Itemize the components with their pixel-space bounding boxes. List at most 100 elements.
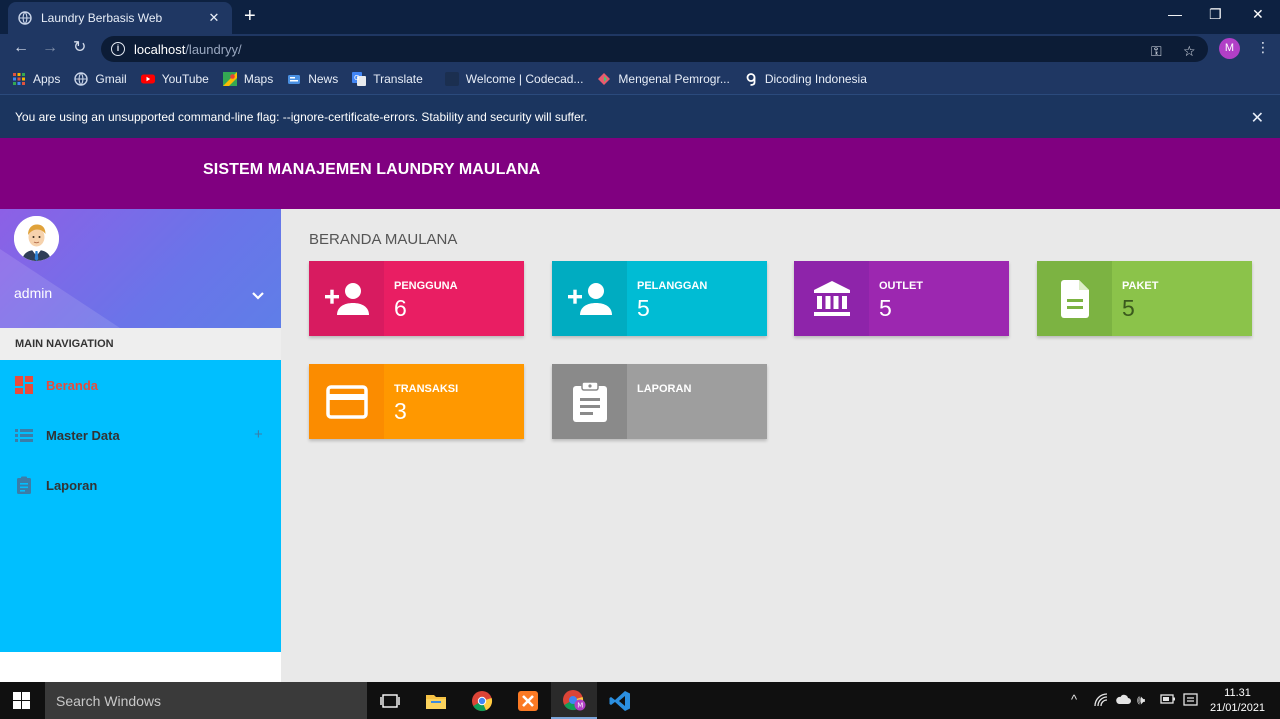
file-explorer-icon[interactable] [413,682,459,719]
taskbar-search[interactable]: Search Windows [45,682,367,719]
card-label: PENGGUNA [394,280,458,292]
browser-tab-strip: Laundry Berbasis Web ✕ + — ❐ ✕ [0,0,1280,34]
card-transaksi[interactable]: TRANSAKSI 3 [309,364,524,439]
bookmarks-bar: Apps Gmail YouTube Maps News G Translate… [0,64,1280,94]
avatar[interactable] [14,216,59,261]
user-panel: admin [0,209,281,328]
bookmark-apps[interactable]: Apps [12,72,60,86]
bookmark-label: Gmail [95,72,127,86]
new-tab-icon[interactable]: + [244,6,256,26]
dicoding-icon [744,72,758,86]
expand-plus-icon[interactable]: + [254,426,263,443]
main-content: BERANDA MAULANA PENGGUNA 6 PELANGGAN 5 O… [281,209,1280,682]
list-icon [15,426,33,444]
infobar-close-icon[interactable]: ✕ [1251,108,1264,128]
clipboard-icon [15,476,33,494]
star-icon[interactable]: ☆ [1183,44,1196,58]
card-pengguna[interactable]: PENGGUNA 6 [309,261,524,336]
sidebar-item-label: Laporan [46,477,98,493]
tray-chevron-up-icon[interactable]: ^ [1071,693,1077,707]
sidebar-item-label: Beranda [46,377,99,393]
reload-icon[interactable]: ↻ [73,40,86,56]
browser-tab[interactable]: Laundry Berbasis Web ✕ [8,2,232,34]
onedrive-cloud-icon[interactable] [1115,693,1131,708]
minimize-icon[interactable]: — [1168,6,1182,22]
app-brand[interactable]: SISTEM MANAJEMEN LAUNDRY MAULANA [203,161,540,179]
card-paket[interactable]: PAKET 5 [1037,261,1252,336]
news-icon [287,72,301,86]
back-icon[interactable]: ← [13,40,29,56]
card-pelanggan[interactable]: PELANGGAN 5 [552,261,767,336]
volume-icon[interactable]: 🕪 [1137,693,1145,707]
clock-date: 21/01/2021 [1210,702,1266,714]
infobar-message: You are using an unsupported command-lin… [15,109,588,124]
url-path: /laundryy/ [185,41,242,57]
apps-grid-icon [12,72,26,86]
card-label: TRANSAKSI [394,383,459,395]
bookmark-label: Welcome | Codecad... [465,72,584,86]
card-label: PAKET [1122,280,1159,292]
url-host: localhost [134,41,186,57]
bookmark-translate[interactable]: G Translate [352,72,423,86]
bookmark-mengenal[interactable]: Mengenal Pemrogr... [597,72,730,86]
bookmark-youtube[interactable]: YouTube [140,72,209,86]
bookmark-label: Apps [33,72,61,86]
forward-icon[interactable]: → [42,40,58,56]
card-value: 3 [394,398,407,424]
maps-icon [222,72,237,86]
card-value: 5 [879,295,892,321]
window-close-icon[interactable]: ✕ [1252,6,1264,23]
bookmark-news[interactable]: News [287,72,338,86]
chrome-profile-icon[interactable]: M [551,682,597,719]
chrome-icon[interactable] [459,682,505,719]
document-icon [1037,261,1112,336]
bank-icon [794,261,869,336]
site-info-icon[interactable]: i [111,42,125,56]
bookmark-dicoding[interactable]: Dicoding Indonesia [744,72,867,86]
chevron-down-icon[interactable] [250,289,266,301]
card-laporan[interactable]: LAPORAN [552,364,767,439]
task-view-icon[interactable] [367,682,413,719]
youtube-icon [140,72,155,86]
address-bar[interactable]: i localhost/laundryy/ ⚿ ☆ [101,36,1208,62]
card-label: OUTLET [879,280,923,292]
restore-icon[interactable]: ❐ [1209,6,1222,23]
card-value: 5 [1122,295,1135,321]
xampp-icon[interactable] [505,682,551,719]
page-title: BERANDA MAULANA [309,231,458,248]
menu-kebab-icon[interactable]: ⋮ [1256,40,1270,54]
notification-icon[interactable] [1183,693,1198,710]
key-icon[interactable]: ⚿ [1151,44,1162,58]
globe-icon [18,11,32,25]
sidebar-item-master-data[interactable]: Master Data + [0,410,281,460]
tab-title: Laundry Berbasis Web [41,11,163,25]
infobar: You are using an unsupported command-lin… [0,94,1280,138]
taskbar-clock[interactable]: 11.31 21/01/2021 [1210,686,1265,716]
profile-avatar[interactable]: M [1219,38,1240,59]
battery-icon[interactable] [1160,693,1176,708]
person-add-icon [552,261,627,336]
bookmark-maps[interactable]: Maps [222,72,274,86]
person-add-icon [309,261,384,336]
bookmark-gmail[interactable]: Gmail [74,72,127,86]
bookmark-label: Mengenal Pemrogr... [618,72,730,86]
svg-text:M: M [577,701,583,709]
wifi-icon[interactable] [1094,693,1108,710]
app-header: SISTEM MANAJEMEN LAUNDRY MAULANA [0,138,1280,209]
browser-toolbar: ← → ↻ i localhost/laundryy/ ⚿ ☆ [0,34,1280,64]
bookmark-label: YouTube [161,72,209,86]
sidebar-item-beranda[interactable]: Beranda [0,360,281,410]
translate-icon: G [352,72,367,86]
card-value: 5 [637,295,650,321]
sidebar-item-label: Master Data [46,427,120,443]
sidebar: admin MAIN NAVIGATION Beranda Master Dat… [0,209,281,682]
vscode-icon[interactable] [597,682,643,719]
clock-time: 11.31 [1224,687,1251,699]
bookmark-codecademy[interactable]: Welcome | Codecad... [444,72,584,86]
sidebar-item-laporan[interactable]: Laporan [0,460,281,510]
card-outlet[interactable]: OUTLET 5 [794,261,1009,336]
codecademy-icon [444,72,459,86]
tab-close-icon[interactable]: ✕ [206,10,222,26]
windows-start-icon[interactable] [13,692,30,709]
bookmark-label: Maps [243,72,274,86]
